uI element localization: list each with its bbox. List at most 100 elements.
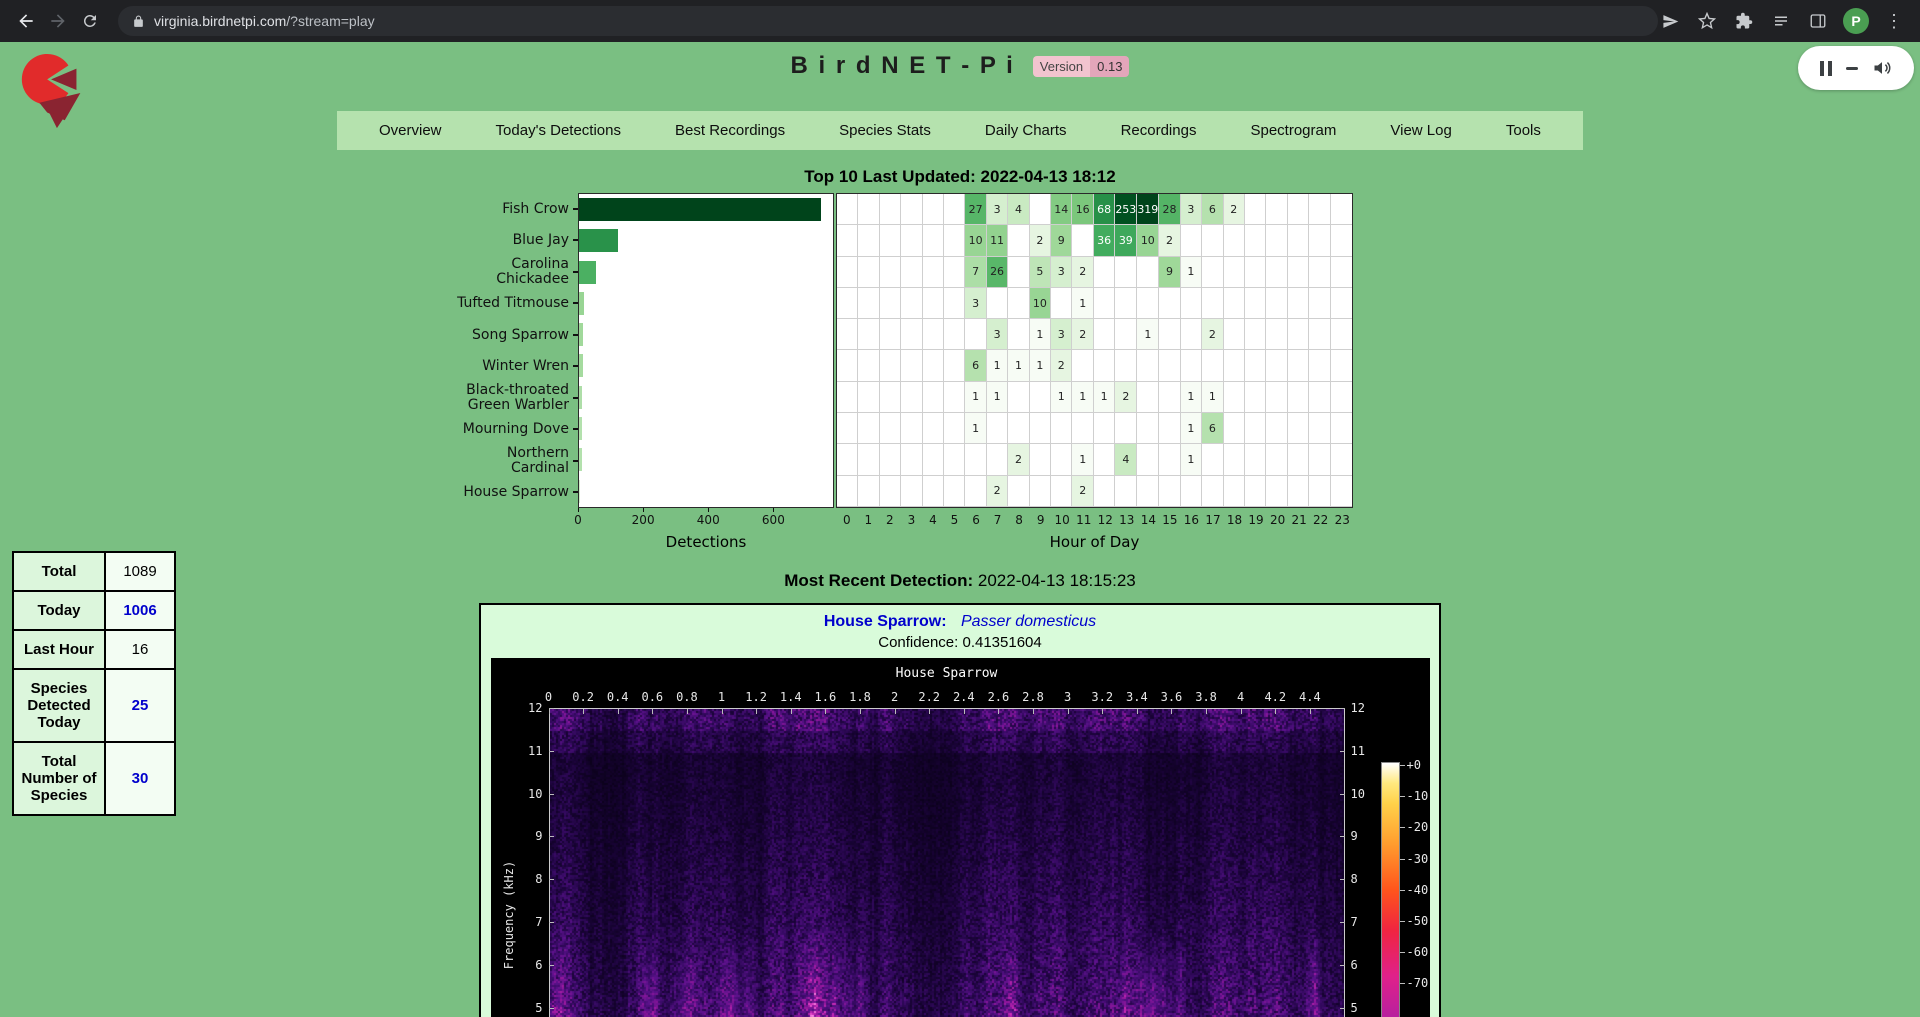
most-recent-detection: Most Recent Detection: 2022-04-13 18:15:… bbox=[0, 571, 1920, 591]
heatmap-cell bbox=[1030, 444, 1051, 475]
spec-y-tick-label: 10 bbox=[528, 787, 542, 801]
hourly-heatmap-panel: 2734141668253319283621011293639102726532… bbox=[836, 193, 1353, 508]
detections-bar bbox=[579, 386, 582, 409]
heatmap-cell: 14 bbox=[1051, 194, 1072, 225]
detections-bar bbox=[579, 417, 582, 440]
spec-x-tick bbox=[895, 709, 896, 714]
colorbar-tick-label: -70 bbox=[1407, 976, 1429, 990]
nav-item-view-log[interactable]: View Log bbox=[1390, 122, 1451, 139]
hour-axis-tick-label: 18 bbox=[1227, 513, 1242, 527]
heatmap-cell bbox=[1288, 257, 1309, 288]
spec-x-tick-label: 2.8 bbox=[1022, 690, 1044, 704]
colorbar-tick-label: -40 bbox=[1407, 883, 1429, 897]
colorbar-tick-label: -50 bbox=[1407, 914, 1429, 928]
nav-item-tools[interactable]: Tools bbox=[1506, 122, 1541, 139]
volume-icon[interactable] bbox=[1872, 58, 1892, 78]
heatmap-cell bbox=[1224, 444, 1245, 475]
detections-bar bbox=[579, 354, 583, 377]
menu-kebab-icon[interactable]: ⋮ bbox=[1882, 9, 1906, 33]
forward-icon[interactable] bbox=[46, 6, 70, 36]
nav-item-overview[interactable]: Overview bbox=[379, 122, 442, 139]
spec-x-tick-label: 4.4 bbox=[1299, 690, 1321, 704]
bar-axis-tick-label: 600 bbox=[762, 513, 785, 527]
nav-item-spectrogram[interactable]: Spectrogram bbox=[1250, 122, 1336, 139]
heatmap-cell bbox=[1331, 444, 1352, 475]
side-panel-icon[interactable] bbox=[1806, 9, 1830, 33]
heatmap-cell bbox=[901, 225, 922, 256]
spec-x-tick-label: 3.6 bbox=[1161, 690, 1183, 704]
heatmap-cell: 3 bbox=[965, 288, 986, 319]
nav-item-today-s-detections[interactable]: Today's Detections bbox=[496, 122, 621, 139]
stats-value-link[interactable]: 25 bbox=[132, 697, 149, 714]
stats-value-link[interactable]: 1006 bbox=[123, 602, 156, 619]
spec-y-tick-label: 6 bbox=[535, 958, 542, 972]
hour-axis-tick-label: 7 bbox=[994, 513, 1002, 527]
heatmap-cell bbox=[1094, 257, 1115, 288]
heatmap-cell: 2 bbox=[1030, 225, 1051, 256]
heatmap-cell bbox=[1245, 350, 1266, 381]
stats-value-link[interactable]: 30 bbox=[132, 770, 149, 787]
spec-x-tick bbox=[998, 709, 999, 714]
heatmap-cell bbox=[1115, 257, 1137, 288]
heatmap-cell bbox=[923, 288, 944, 319]
pause-icon[interactable] bbox=[1820, 61, 1832, 76]
nav-item-best-recordings[interactable]: Best Recordings bbox=[675, 122, 785, 139]
reading-list-icon[interactable] bbox=[1769, 9, 1793, 33]
detection-scientific-name[interactable]: Passer domesticus bbox=[961, 613, 1096, 630]
hour-axis-tick-label: 13 bbox=[1119, 513, 1134, 527]
seek-dash-icon[interactable] bbox=[1846, 67, 1858, 70]
nav-item-daily-charts[interactable]: Daily Charts bbox=[985, 122, 1067, 139]
stats-value[interactable]: 30 bbox=[105, 742, 175, 815]
extensions-puzzle-icon[interactable] bbox=[1732, 9, 1756, 33]
heatmap-cell: 9 bbox=[1159, 257, 1180, 288]
heatmap-cell bbox=[1202, 476, 1223, 507]
hour-axis-tick-label: 0 bbox=[843, 513, 851, 527]
heatmap-cell bbox=[1137, 444, 1159, 475]
profile-avatar[interactable]: P bbox=[1843, 8, 1869, 34]
spec-x-tick-label: 0.4 bbox=[607, 690, 629, 704]
back-icon[interactable] bbox=[14, 6, 38, 36]
heatmap-cell bbox=[858, 288, 879, 319]
heatmap-cell bbox=[1008, 257, 1029, 288]
heatmap-cell: 26 bbox=[987, 257, 1008, 288]
bar-axis-tick bbox=[578, 508, 579, 512]
heatmap-cell bbox=[1094, 319, 1115, 350]
send-icon[interactable] bbox=[1658, 9, 1682, 33]
heatmap-cell bbox=[880, 444, 901, 475]
heatmap-cell: 2 bbox=[1008, 444, 1029, 475]
bookmark-star-icon[interactable] bbox=[1695, 9, 1719, 33]
heatmap-cell bbox=[965, 319, 986, 350]
audio-player[interactable] bbox=[1798, 46, 1914, 90]
stats-value[interactable]: 1006 bbox=[105, 591, 175, 630]
heatmap-cell bbox=[1008, 413, 1029, 444]
heatmap-cell bbox=[880, 319, 901, 350]
heatmap-cell bbox=[1115, 350, 1137, 381]
heatmap-cell bbox=[858, 319, 879, 350]
heatmap-cell bbox=[1072, 413, 1093, 444]
address-bar[interactable]: virginia.birdnetpi.com/?stream=play bbox=[118, 6, 1658, 36]
heatmap-cell bbox=[1072, 225, 1093, 256]
heatmap-cell: 6 bbox=[1202, 194, 1223, 225]
heatmap-cell: 1 bbox=[1181, 444, 1202, 475]
spec-y-tick-label-right: 10 bbox=[1351, 787, 1365, 801]
colorbar-tick bbox=[1400, 796, 1405, 797]
stats-label: Last Hour bbox=[13, 630, 105, 669]
heatmap-cell bbox=[1094, 413, 1115, 444]
heatmap-cell bbox=[1008, 225, 1029, 256]
stats-value[interactable]: 25 bbox=[105, 669, 175, 742]
nav-item-recordings[interactable]: Recordings bbox=[1121, 122, 1197, 139]
heatmap-cell: 1 bbox=[965, 382, 986, 413]
detection-species-link[interactable]: House Sparrow: bbox=[824, 613, 947, 630]
heatmap-cell: 1 bbox=[1094, 382, 1115, 413]
spec-x-tick bbox=[722, 709, 723, 714]
nav-item-species-stats[interactable]: Species Stats bbox=[839, 122, 931, 139]
heatmap-cell bbox=[880, 257, 901, 288]
top10-heading: Top 10 Last Updated: 2022-04-13 18:12 bbox=[0, 167, 1920, 187]
heatmap-cell bbox=[1266, 413, 1287, 444]
reload-icon[interactable] bbox=[78, 6, 102, 36]
heatmap-cell bbox=[837, 413, 858, 444]
heatmap-cell bbox=[1245, 382, 1266, 413]
heatmap-cell bbox=[858, 194, 879, 225]
heatmap-cell bbox=[1030, 194, 1051, 225]
lock-icon bbox=[132, 15, 145, 28]
